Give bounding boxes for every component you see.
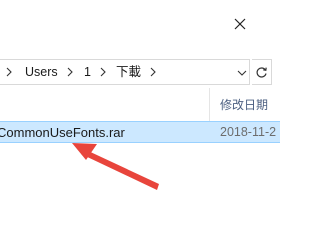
breadcrumb-users[interactable]: Users (25, 60, 58, 84)
arrow-head (72, 143, 97, 160)
breadcrumb-1[interactable]: 1 (84, 60, 91, 84)
file-name[interactable]: CommonUseFonts.rar (0, 125, 125, 140)
column-header-date-modified[interactable]: 修改日期 (220, 96, 268, 113)
file-date: 2018-11-2 (220, 125, 277, 139)
column-header-row: 修改日期 (0, 88, 280, 122)
column-divider[interactable] (209, 88, 210, 122)
arrow-shaft (81, 149, 159, 190)
close-button[interactable] (188, 14, 280, 36)
refresh-button[interactable] (252, 59, 272, 85)
chevron-down-icon[interactable] (237, 69, 247, 77)
address-bar[interactable]: Users 1 下載 (0, 59, 250, 85)
address-row: Users 1 下載 (0, 56, 280, 88)
file-row[interactable]: CommonUseFonts.rar 2018-11-2 (0, 121, 280, 143)
close-icon (234, 18, 246, 30)
refresh-icon (256, 67, 267, 78)
chevron-right-icon[interactable] (5, 67, 13, 77)
window-controls (0, 0, 280, 56)
chevron-right-icon[interactable] (149, 67, 157, 77)
breadcrumb-downloads[interactable]: 下載 (116, 60, 141, 84)
chevron-right-icon[interactable] (99, 67, 107, 77)
chevron-right-icon[interactable] (66, 67, 74, 77)
